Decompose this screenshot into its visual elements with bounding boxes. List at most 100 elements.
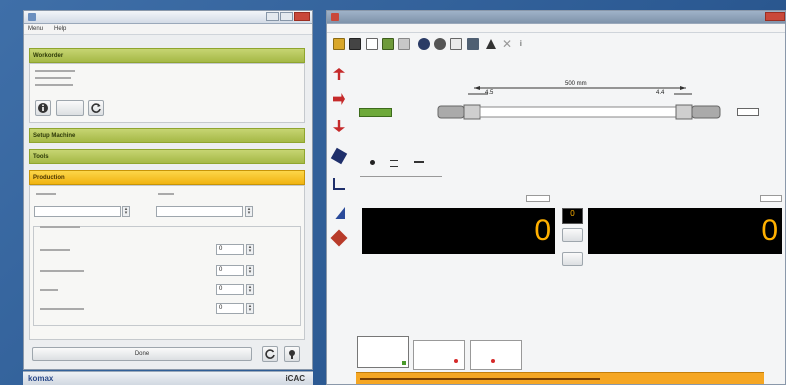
- produced-stepper[interactable]: ▴ ▾: [122, 206, 130, 217]
- good-stepper[interactable]: ▴ ▾: [245, 206, 253, 217]
- warning-icon[interactable]: [485, 38, 497, 50]
- left-titlebar: [24, 11, 312, 24]
- minimize-button[interactable]: [266, 12, 279, 21]
- left-menubar: Menu Help: [24, 24, 312, 35]
- warning-triangle-icon: [486, 39, 496, 49]
- app-icon: [28, 13, 36, 21]
- scrap-row-3-stepper[interactable]: ▴ ▾: [246, 303, 254, 314]
- right-counter-display: 0: [588, 208, 782, 254]
- right-small-field: [737, 108, 759, 116]
- scrap-row-2-stepper[interactable]: ▴ ▾: [246, 284, 254, 295]
- section-tools[interactable]: Tools: [29, 149, 305, 164]
- paint-icon[interactable]: [382, 38, 394, 50]
- good-label: [158, 193, 174, 195]
- card-1-green-icon: [402, 361, 406, 365]
- bottom-card-1[interactable]: [357, 336, 409, 368]
- section-workorder[interactable]: Workorder: [29, 48, 305, 63]
- bottom-tool-button[interactable]: [284, 346, 300, 362]
- right-menubar: [327, 24, 785, 33]
- good-field[interactable]: [156, 206, 243, 217]
- bottom-refresh-button[interactable]: [262, 346, 278, 362]
- cable-diagram: [436, 80, 726, 130]
- taskbar: komax iCAC: [23, 371, 313, 385]
- workorder-panel: [29, 63, 305, 123]
- menu-menu[interactable]: Menu: [28, 26, 43, 32]
- clock-icon[interactable]: [450, 38, 462, 50]
- dimension-label: 500 mm: [565, 81, 587, 87]
- menu-help[interactable]: Help: [54, 26, 66, 32]
- info-icon: [38, 103, 48, 113]
- open-folder-icon[interactable]: [333, 38, 345, 50]
- scrap-row-1-value[interactable]: 0: [216, 265, 244, 276]
- info-button[interactable]: [35, 100, 51, 116]
- scrap-row-0-stepper[interactable]: ▴ ▾: [246, 244, 254, 255]
- scrap-row-0-name: [40, 249, 70, 251]
- produced-label: [36, 193, 56, 195]
- section-setup-machine[interactable]: Setup Machine: [29, 128, 305, 143]
- produced-field[interactable]: [34, 206, 121, 217]
- right-app-icon: [331, 13, 339, 21]
- additional-scrap-group: 0 ▴ ▾ 0 ▴ ▾ 0 ▴ ▾ 0 ▴ ▾: [33, 226, 301, 326]
- section-setup-machine-label: Setup Machine: [33, 133, 76, 139]
- detail-view-icon[interactable]: [414, 161, 424, 163]
- bottom-card-3[interactable]: [470, 340, 522, 370]
- right-titlebar: [327, 11, 785, 24]
- right-counter-header-field: [760, 195, 782, 202]
- settings-icon[interactable]: [434, 38, 446, 50]
- section-production-label: Production: [33, 175, 65, 181]
- card-2-red-icon: [454, 359, 458, 363]
- workorder-label-3: [35, 84, 73, 86]
- mini-counter: 0: [562, 208, 583, 224]
- done-button[interactable]: Done: [32, 347, 252, 361]
- scrap-row-0-value[interactable]: 0: [216, 244, 244, 255]
- right-window: [326, 10, 786, 385]
- tool-icon: [289, 350, 295, 359]
- scrap-row-1-name: [40, 270, 84, 272]
- graph-icon[interactable]: [333, 178, 345, 190]
- close-x-icon[interactable]: ✕: [502, 38, 514, 50]
- additional-scrap-title: [40, 226, 80, 228]
- loop-icon: [265, 349, 275, 359]
- section-production[interactable]: Production: [29, 170, 305, 185]
- komax-logo: komax: [28, 374, 54, 383]
- counter-button-low[interactable]: [562, 252, 583, 266]
- green-indicator: [359, 108, 392, 117]
- refresh-button[interactable]: [88, 100, 104, 116]
- section-workorder-label: Workorder: [33, 53, 64, 59]
- refresh-icon: [91, 103, 101, 113]
- download-icon[interactable]: [467, 38, 479, 50]
- info-small-icon[interactable]: i: [520, 38, 532, 50]
- right-strip-label: 4.4: [656, 90, 665, 96]
- production-panel: ▴ ▾ ▴ ▾ 0 ▴ ▾ 0 ▴ ▾ 0 ▴ ▾ 0 ▴ ▾: [29, 185, 305, 340]
- info-icon-toolbar[interactable]: [418, 38, 430, 50]
- dot-view-icon[interactable]: [370, 160, 375, 165]
- document-icon[interactable]: [366, 38, 378, 50]
- mini-counter-digit: 0: [570, 209, 575, 218]
- scrap-row-1-stepper[interactable]: ▴ ▾: [246, 265, 254, 276]
- right-counter-digit: 0: [761, 214, 778, 247]
- view-mode-bar: [360, 152, 442, 177]
- close-button[interactable]: [294, 12, 310, 21]
- save-icon[interactable]: [349, 38, 361, 50]
- print-icon[interactable]: [398, 38, 410, 50]
- list-view-icon[interactable]: [390, 160, 398, 167]
- cable-svg: [437, 86, 721, 120]
- status-bar: [356, 372, 764, 384]
- done-button-label: Done: [134, 351, 150, 357]
- select-button[interactable]: [56, 100, 84, 116]
- left-counter-digit: 0: [534, 214, 551, 247]
- right-close-button[interactable]: [765, 12, 785, 21]
- maximize-button[interactable]: [280, 12, 293, 21]
- icac-logo: iCAC: [285, 374, 305, 383]
- left-counter-display: 0: [362, 208, 555, 254]
- workorder-label-1: [35, 70, 75, 72]
- counter-button-mid[interactable]: [562, 228, 583, 242]
- left-counter-header-field: [526, 195, 550, 202]
- scrap-row-3-value[interactable]: 0: [216, 303, 244, 314]
- card-3-red-icon: [491, 359, 495, 363]
- scrap-row-2-value[interactable]: 0: [216, 284, 244, 295]
- section-tools-label: Tools: [33, 154, 49, 160]
- scrap-row-2-name: [40, 289, 58, 291]
- bottom-card-2[interactable]: [413, 340, 465, 370]
- left-strip-label: 4.5: [485, 90, 494, 96]
